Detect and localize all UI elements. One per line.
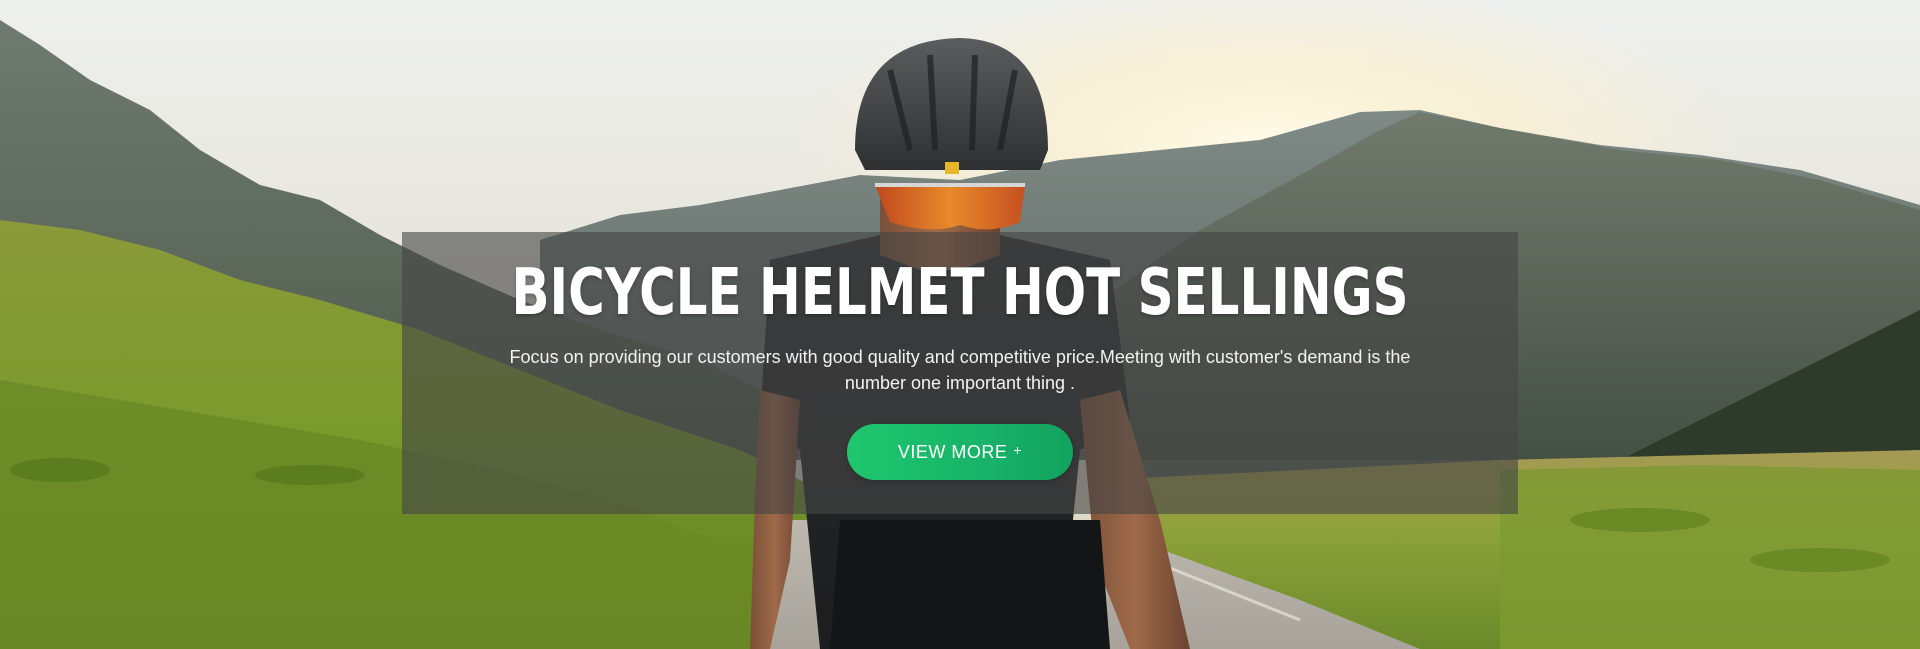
- hero-banner: BICYCLE HELMET HOT SELLINGS Focus on pro…: [0, 0, 1920, 649]
- view-more-button[interactable]: VIEW MORE +: [847, 424, 1073, 480]
- view-more-label: VIEW MORE: [897, 441, 1008, 462]
- hero-headline: BICYCLE HELMET HOT SELLINGS: [511, 256, 1409, 330]
- plus-icon: +: [1013, 442, 1023, 458]
- hero-description: Focus on providing our customers with go…: [509, 347, 1411, 393]
- hero-text-panel: BICYCLE HELMET HOT SELLINGS Focus on pro…: [402, 232, 1518, 514]
